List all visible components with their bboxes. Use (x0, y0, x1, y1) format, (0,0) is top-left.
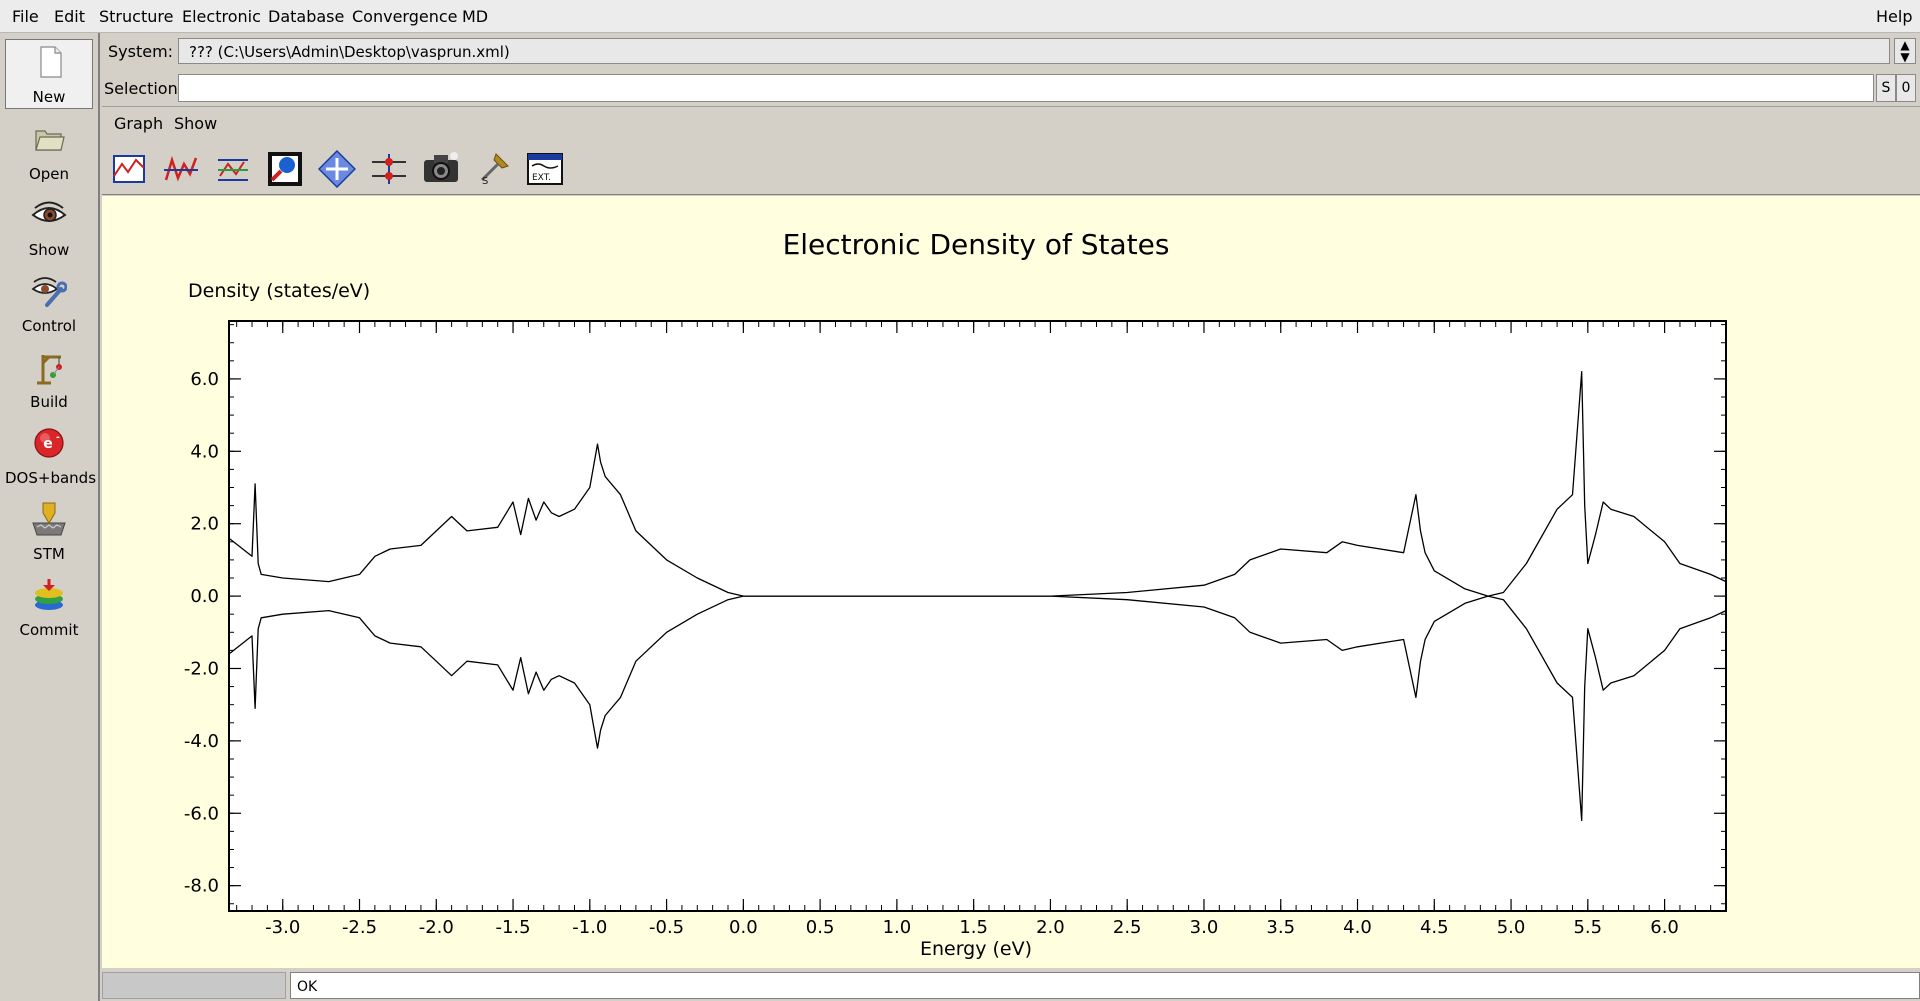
menu-bar: File Edit Structure Electronic Database … (0, 0, 1920, 33)
selection-s-button[interactable]: S (1876, 74, 1896, 102)
export-icon[interactable]: EXT. (526, 150, 564, 188)
curve-icon[interactable] (162, 150, 200, 188)
system-dropdown[interactable]: ??? (C:\Users\Admin\Desktop\vasprun.xml) (178, 38, 1890, 64)
svg-text:-: - (56, 433, 60, 443)
svg-text:e: e (43, 436, 53, 452)
y-tick-label: -2.0 (184, 658, 219, 679)
y-tick-labels: 6.0 4.0 2.0 0.0 -2.0 -4.0 -6.0 -8.0 (184, 369, 219, 897)
system-dropdown-arrow[interactable]: ▲ ▼ (1894, 38, 1916, 64)
y-tick-label: -4.0 (184, 731, 219, 752)
y-tick-label: -6.0 (184, 803, 219, 824)
x-tick-label: -2.5 (342, 917, 377, 938)
show-button[interactable]: Show (5, 193, 93, 263)
control-label: Control (21, 317, 77, 335)
plot-frame (228, 320, 1727, 912)
menu-database[interactable]: Database (268, 7, 344, 26)
x-tick-label: -0.5 (649, 917, 684, 938)
system-label: System: (108, 42, 174, 61)
separator (102, 106, 1920, 107)
eye-icon (31, 201, 67, 222)
menu-md[interactable]: MD (462, 7, 488, 26)
menu-help[interactable]: Help (1876, 7, 1912, 26)
status-bar: OK (102, 970, 1920, 1001)
y-tick-label: 4.0 (190, 441, 219, 462)
x-tick-label: 4.0 (1343, 917, 1372, 938)
x-tick-label: -1.5 (495, 917, 530, 938)
eye-wrench-icon (31, 277, 67, 307)
database-stack-icon (35, 579, 63, 610)
x-tick-labels: -3.0 -2.5 -2.0 -1.5 -1.0 -0.5 0.0 0.5 1.0 1.5 2.0 2… (265, 917, 1679, 938)
x-tick-label: 0.0 (729, 917, 758, 938)
dos-chart[interactable]: Electronic Density of States Density (st… (102, 196, 1920, 968)
control-button[interactable]: Control (5, 269, 93, 339)
new-label: New (32, 88, 66, 106)
x-tick-label: 2.5 (1113, 917, 1142, 938)
adjust-icon[interactable] (370, 150, 408, 188)
new-file-icon (40, 46, 62, 78)
left-toolbar: New Open Show Control Build e - DOS+band… (0, 33, 100, 1001)
menu-file[interactable]: File (12, 7, 39, 26)
svg-text:S: S (482, 176, 488, 187)
crane-icon (37, 355, 62, 385)
dos-bands-button[interactable]: e - DOS+bands (5, 421, 97, 491)
menu-structure[interactable]: Structure (99, 7, 173, 26)
zoom-icon[interactable] (266, 150, 304, 188)
camera-icon[interactable] (422, 150, 460, 188)
x-axis-label: Energy (eV) (920, 938, 1032, 960)
x-tick-label: 2.0 (1036, 917, 1065, 938)
commit-label: Commit (19, 621, 79, 639)
build-label: Build (30, 393, 68, 411)
status-progress (102, 972, 286, 999)
x-tick-label: 3.5 (1266, 917, 1295, 938)
x-tick-label: -2.0 (419, 917, 454, 938)
y-axis-label: Density (states/eV) (188, 280, 370, 302)
selection-label: Selection: (104, 79, 184, 98)
y-tick-label: 6.0 (190, 369, 219, 390)
electron-icon: e - (34, 428, 64, 458)
svg-text:EXT.: EXT. (532, 173, 551, 183)
folder-icon (35, 130, 65, 151)
open-button[interactable]: Open (5, 117, 93, 187)
selection-zero-button[interactable]: 0 (1896, 74, 1916, 102)
x-tick-label: 5.5 (1573, 917, 1602, 938)
x-tick-label: 5.0 (1497, 917, 1526, 938)
new-button[interactable]: New (5, 39, 93, 109)
stm-label: STM (33, 545, 65, 563)
plot-icon[interactable] (110, 150, 148, 188)
y-tick-label: 0.0 (190, 586, 219, 607)
x-tick-label: 1.0 (883, 917, 912, 938)
move-icon[interactable] (318, 150, 356, 188)
y-tick-label: -8.0 (184, 876, 219, 897)
x-tick-label: 3.0 (1190, 917, 1219, 938)
stm-button[interactable]: STM (5, 497, 93, 567)
graph-toolbar: S EXT. (102, 142, 1920, 195)
submenu-graph[interactable]: Graph (114, 114, 163, 133)
x-tick-label: 1.5 (959, 917, 988, 938)
status-text: OK (290, 972, 1920, 999)
menu-electronic[interactable]: Electronic (182, 7, 261, 26)
x-tick-label: -1.0 (572, 917, 607, 938)
open-label: Open (28, 165, 70, 183)
dos-bands-label: DOS+bands (5, 469, 97, 487)
menu-edit[interactable]: Edit (54, 7, 85, 26)
graph-panel: Electronic Density of States Density (st… (102, 196, 1920, 968)
selection-input[interactable] (178, 74, 1874, 102)
x-tick-label: 4.5 (1420, 917, 1449, 938)
menu-convergence[interactable]: Convergence (352, 7, 458, 26)
show-label: Show (28, 241, 70, 259)
x-tick-label: 6.0 (1650, 917, 1679, 938)
chart-title: Electronic Density of States (783, 228, 1170, 261)
submenu-show[interactable]: Show (174, 114, 217, 133)
stm-tip-icon (32, 502, 66, 536)
commit-button[interactable]: Commit (5, 573, 93, 643)
x-tick-label: 0.5 (806, 917, 835, 938)
pin-icon[interactable]: S (474, 150, 512, 188)
y-tick-label: 2.0 (190, 514, 219, 535)
x-tick-label: -3.0 (265, 917, 300, 938)
build-button[interactable]: Build (5, 345, 93, 415)
fermi-icon[interactable] (214, 150, 252, 188)
